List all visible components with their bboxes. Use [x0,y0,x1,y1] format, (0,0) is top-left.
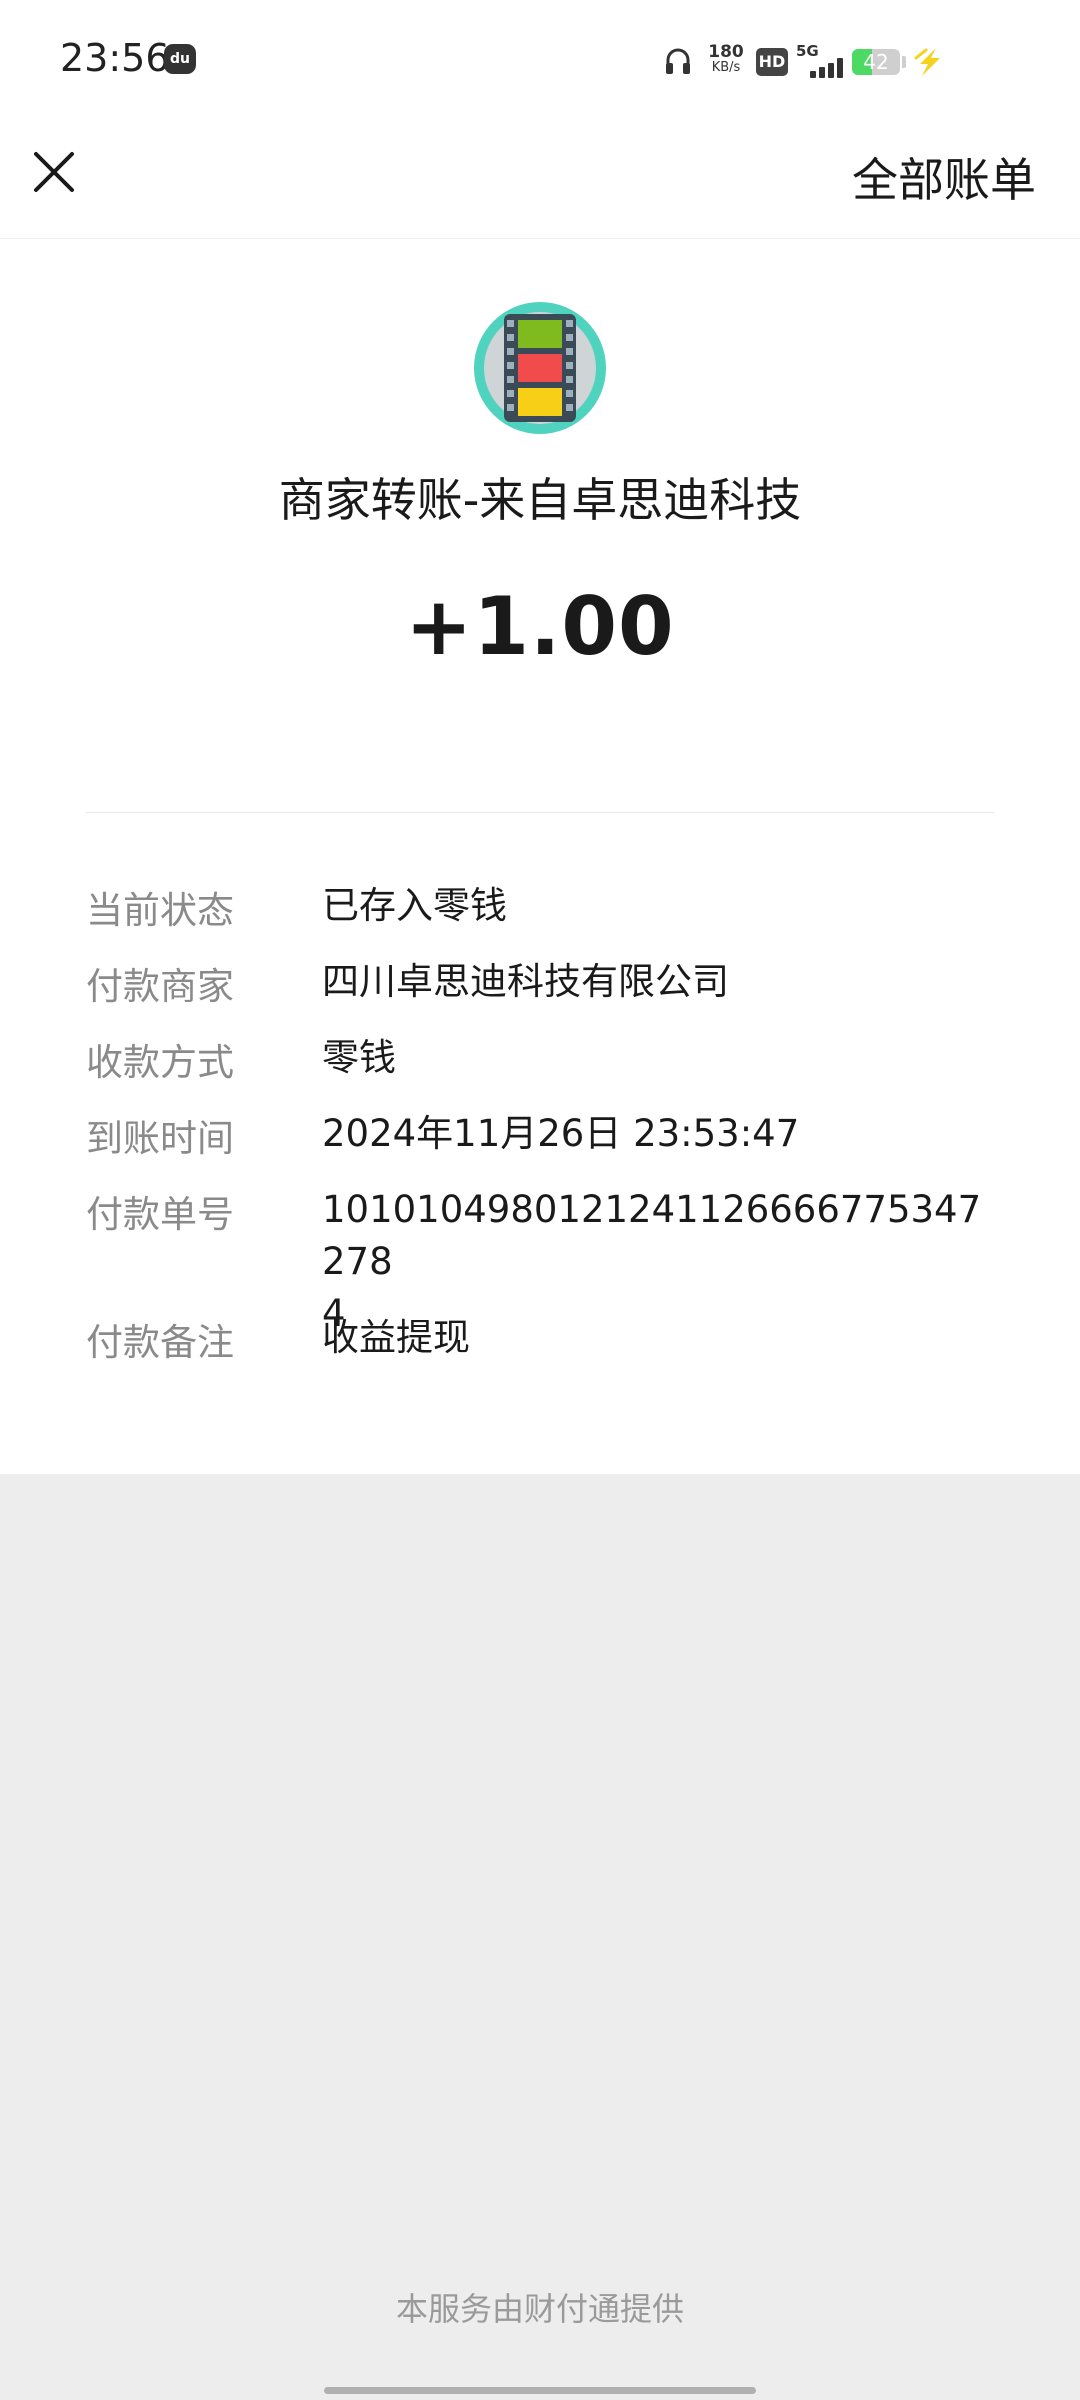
hd-icon: HD [756,48,788,76]
signal-icon: 5G [796,42,846,78]
battery-level: 42 [863,50,889,74]
detail-label: 收款方式 [86,1041,234,1084]
transaction-amount: +1.00 [405,580,675,673]
merchant-avatar [474,302,606,434]
close-icon[interactable] [26,144,82,200]
detail-value: 零钱 [322,1036,396,1079]
provider-footer: 本服务由财付通提供 [395,2290,684,2328]
top-nav-bar: 全部账单 [0,120,1080,239]
du-app-icon: du [164,44,196,74]
divider [86,812,994,813]
network-speed-unit: KB/s [711,60,741,75]
merchant-title: 商家转账-来自卓思迪科技 [278,473,802,527]
charging-bolt-icon [914,48,940,76]
status-time: 23:56 [60,36,170,80]
network-speed: 180 KB/s [706,44,746,76]
detail-label: 付款备注 [86,1321,234,1364]
detail-value: 已存入零钱 [322,884,507,927]
detail-label: 当前状态 [86,889,234,932]
home-indicator[interactable] [324,2387,756,2394]
all-bills-link[interactable]: 全部账单 [852,144,1036,210]
detail-value: 收益提现 [322,1316,470,1359]
detail-label: 到账时间 [86,1117,234,1160]
film-strip-icon [484,312,596,424]
detail-label: 付款单号 [86,1193,234,1236]
detail-label: 付款商家 [86,965,234,1008]
battery-icon: 42 [852,49,900,75]
battery-nub [902,56,906,68]
detail-value: 四川卓思迪科技有限公司 [322,960,729,1003]
network-speed-value: 180 [708,42,744,62]
headphone-icon [666,48,690,74]
status-bar: 23:56 du 180 KB/s HD 5G 42 [0,0,1080,120]
detail-value: 2024年11月26日 23:53:47 [322,1112,800,1155]
